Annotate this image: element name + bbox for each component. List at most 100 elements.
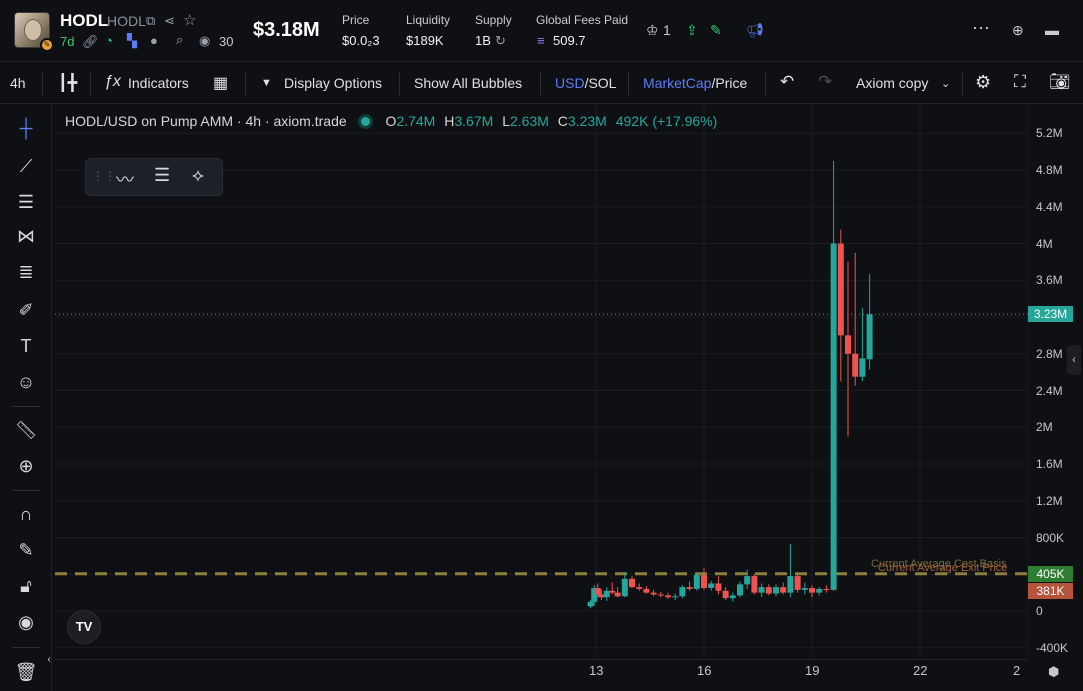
alarm-icon[interactable]: ⊕ [1012, 22, 1024, 39]
usd-option[interactable]: USD [555, 75, 585, 91]
candle-body [621, 578, 628, 597]
expand-panel-icon[interactable]: ‹ [1067, 345, 1081, 375]
candle-body [773, 587, 779, 594]
display-options-button[interactable]: Display Options [284, 75, 382, 91]
fib-icon[interactable]: ≣ [14, 260, 38, 284]
candle-body [758, 587, 765, 593]
time-tick-label: 19 [805, 663, 820, 678]
more-icon[interactable]: ⋯ [972, 18, 990, 39]
trash-icon[interactable]: 🗑︎ [14, 660, 38, 684]
currency-toggle[interactable]: USD/SOL [555, 75, 616, 91]
candle-body [643, 588, 650, 593]
price-tick-label: 5.2M [1036, 126, 1063, 141]
marketcap-option[interactable]: MarketCap [643, 75, 711, 91]
copy-icon[interactable]: ⧉ [146, 13, 155, 29]
interval-button[interactable]: 4h [10, 75, 26, 91]
settings-hex-icon[interactable]: ⬢ [1048, 664, 1062, 679]
tradingview-logo[interactable]: TV [67, 610, 101, 644]
candle-body [794, 576, 801, 590]
candle-body [614, 592, 621, 597]
fullscreen-icon[interactable]: ⛶ [1014, 72, 1026, 92]
search-icon[interactable]: ⌕ [176, 32, 183, 48]
clock-icon: ◔ [105, 33, 113, 48]
divider [245, 71, 246, 95]
visibility-icon[interactable]: ◉ [14, 610, 38, 634]
open-value: 2.74M [396, 113, 436, 129]
layouts-grid-icon[interactable]: ▦ [213, 73, 228, 93]
magnet-icon[interactable]: ∩ [14, 502, 38, 526]
link-icon[interactable]: 🔗︎ [82, 34, 99, 50]
sol-option[interactable]: SOL [588, 75, 616, 91]
chevron-down-icon[interactable]: ⌄ [941, 77, 950, 90]
gear-icon[interactable]: ⚙ [975, 72, 991, 93]
share-icon[interactable]: ⋖ [164, 13, 175, 29]
crosshair-icon[interactable]: ┼ [14, 116, 38, 140]
chart-legend: HODL/USD on Pump AMM · 4h · axiom.trade … [65, 113, 717, 129]
time-tick-label: 13 [589, 663, 604, 678]
price-tick-label: 0 [1036, 604, 1043, 618]
candle-type-icon[interactable]: ┃╋ [58, 73, 77, 93]
megaphone-icon[interactable]: 📢︎ [746, 22, 764, 39]
price-tick-label: 3.6M [1036, 273, 1063, 288]
low-label: L [502, 113, 510, 129]
trend-icon[interactable]: 〰 [116, 166, 134, 192]
crown-icon[interactable]: ♔ [646, 22, 659, 39]
current-price-tag: 3.23M [1028, 306, 1073, 323]
metric-toggle[interactable]: MarketCap/Price [643, 75, 747, 91]
brush-icon[interactable]: ✐ [14, 298, 38, 322]
liquidity-label: Liquidity [406, 13, 451, 27]
emoji-icon[interactable]: ☺ [14, 370, 38, 394]
reference-lines [55, 313, 1028, 576]
indicators-button[interactable]: Indicators [128, 75, 189, 91]
trend-line-icon[interactable]: ⟋ [14, 154, 38, 178]
redo-icon[interactable]: ↷ [818, 72, 832, 92]
liquidity-value: $189K [406, 33, 444, 48]
star-icon[interactable]: ☆ [183, 11, 196, 29]
price-tick-label: 4.8M [1036, 163, 1063, 177]
lock-icon[interactable]: 🔓︎ [14, 574, 38, 598]
cost-basis-tag: 405K [1028, 565, 1073, 582]
nodes-icon[interactable]: ⟡ [192, 165, 204, 186]
divider [12, 490, 40, 491]
solana-icon: ≡ [537, 33, 545, 48]
collapse-icon[interactable]: ‹ [44, 648, 54, 672]
undo-icon[interactable]: ↶ [780, 72, 794, 92]
price-value: $0.0₂3 [342, 33, 380, 48]
candle-body [603, 590, 610, 598]
drag-handle-icon[interactable]: ⋮⋮ [92, 169, 116, 183]
price-option[interactable]: Price [715, 75, 747, 91]
close-value: 3.23M [567, 113, 607, 129]
supply-value: 1B [475, 33, 491, 48]
divider [540, 71, 541, 95]
candle-body [780, 587, 787, 593]
price-tick-label: 2.8M [1036, 346, 1063, 361]
text-icon[interactable]: T [14, 334, 38, 358]
drawing-tools-sidebar: ┼ ⟋ ☰ ⋈ ≣ ✐ T ☺ 📏︎ ⊕ ∩ ✎ 🔓︎ ◉ 🗑︎ ‹ [0, 104, 52, 691]
camera-icon[interactable]: 📷︎ [1049, 72, 1071, 92]
divider [962, 71, 963, 95]
window-icon[interactable]: ▬ [1045, 22, 1059, 38]
candle-body [830, 243, 837, 590]
holders-icon[interactable]: ▚ [127, 33, 137, 49]
fx-icon[interactable]: ƒx [104, 73, 121, 91]
horizontal-lines-icon[interactable]: ☰ [14, 190, 38, 214]
lines-icon[interactable]: ☰ [154, 165, 170, 186]
lock-drawing-icon[interactable]: ✎ [14, 538, 38, 562]
pattern-icon[interactable]: ⋈ [14, 224, 38, 248]
upload-icon[interactable]: ⇪ [686, 22, 698, 39]
zoom-in-icon[interactable]: ⊕ [14, 454, 38, 478]
supply-label: Supply [475, 13, 512, 27]
candle-body [852, 353, 859, 377]
ruler-icon[interactable]: 📏︎ [14, 418, 38, 442]
close-label: C [557, 113, 568, 129]
candle-body [787, 576, 794, 593]
layout-name-button[interactable]: Axiom copy [856, 75, 928, 91]
time-axis[interactable] [55, 659, 1028, 691]
github-icon[interactable]: ● [150, 33, 158, 48]
candle-body [609, 590, 616, 593]
show-all-bubbles-button[interactable]: Show All Bubbles [414, 75, 522, 91]
price-tick-label: 2.4M [1036, 383, 1063, 398]
pin-icon[interactable]: ✎ [710, 22, 722, 39]
eye-icon: ◉ [199, 33, 211, 48]
price-tick-label: 4M [1036, 236, 1053, 251]
